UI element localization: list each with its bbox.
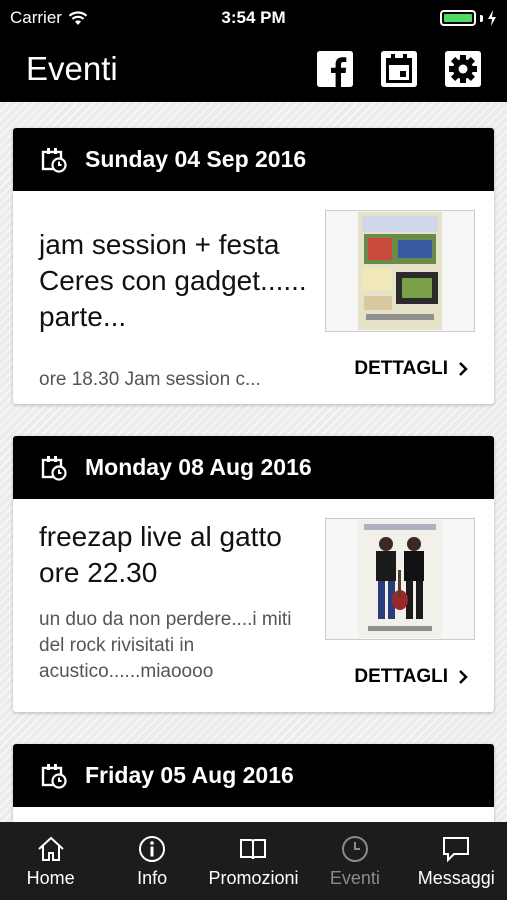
- status-right: [440, 10, 497, 26]
- event-thumbnail[interactable]: [325, 518, 475, 640]
- tab-label: Info: [137, 867, 168, 888]
- info-icon: [139, 835, 166, 862]
- tab-eventi[interactable]: Eventi: [305, 834, 405, 889]
- details-button[interactable]: DETTAGLI: [354, 666, 468, 688]
- tab-promozioni[interactable]: Promozioni: [203, 834, 303, 889]
- header-actions: [317, 51, 481, 87]
- clock-icon: [341, 835, 368, 862]
- event-card[interactable]: Monday 08 Aug 2016 freezap live al gatto…: [13, 436, 494, 712]
- event-card[interactable]: Sunday 04 Sep 2016 jam session + festa C…: [13, 128, 494, 404]
- home-icon: [38, 836, 64, 861]
- details-label: DETTAGLI: [354, 358, 448, 379]
- event-date-header: Sunday 04 Sep 2016: [13, 128, 494, 191]
- carrier-label: Carrier: [10, 8, 62, 27]
- battery-icon: [440, 10, 476, 26]
- event-date: Monday 08 Aug 2016: [85, 454, 312, 480]
- facebook-icon: [317, 51, 353, 87]
- calendar-button[interactable]: [381, 51, 417, 87]
- settings-button[interactable]: [445, 51, 481, 87]
- facebook-button[interactable]: [317, 51, 353, 87]
- event-card[interactable]: Friday 05 Aug 2016: [13, 744, 494, 822]
- app-header: Eventi: [0, 36, 507, 102]
- tab-home[interactable]: Home: [1, 834, 101, 889]
- details-label: DETTAGLI: [354, 666, 448, 687]
- tab-info[interactable]: Info: [102, 834, 202, 889]
- event-date: Friday 05 Aug 2016: [85, 762, 294, 788]
- chevron-right-icon: [459, 670, 468, 684]
- tab-label: Home: [26, 867, 75, 888]
- tab-bar: Home Info Promozioni Eventi Messaggi: [0, 822, 507, 900]
- calendar-clock-icon: [41, 147, 67, 173]
- calendar-icon: [381, 51, 417, 87]
- tab-messaggi[interactable]: Messaggi: [406, 834, 506, 889]
- battery-fill: [444, 14, 472, 22]
- tab-label: Promozioni: [208, 867, 299, 888]
- event-poster-image: [358, 520, 442, 638]
- event-title: jam session + festa Ceres con gadget....…: [39, 229, 307, 332]
- event-date-header: Friday 05 Aug 2016: [13, 744, 494, 807]
- event-poster-image: [358, 212, 442, 330]
- event-date-header: Monday 08 Aug 2016: [13, 436, 494, 499]
- tab-label: Messaggi: [417, 867, 495, 888]
- page-title: Eventi: [26, 50, 118, 87]
- event-thumbnail[interactable]: [325, 210, 475, 332]
- book-icon: [240, 838, 267, 859]
- charging-icon: [488, 10, 496, 26]
- calendar-clock-icon: [41, 763, 67, 789]
- event-body: jam session + festa Ceres con gadget....…: [13, 191, 494, 404]
- event-body: freezap live al gatto ore 22.30 un duo d…: [13, 499, 494, 712]
- details-button[interactable]: DETTAGLI: [354, 358, 468, 380]
- event-title: freezap live al gatto ore 22.30: [39, 521, 282, 588]
- event-description: ore 18.30 Jam session c...: [39, 369, 261, 390]
- gear-icon: [445, 51, 481, 87]
- chevron-right-icon: [459, 362, 468, 376]
- events-list[interactable]: Sunday 04 Sep 2016 jam session + festa C…: [0, 102, 507, 822]
- chat-icon: [443, 836, 470, 862]
- event-date: Sunday 04 Sep 2016: [85, 146, 307, 172]
- calendar-clock-icon: [41, 455, 67, 481]
- status-bar: Carrier 3:54 PM: [0, 0, 507, 36]
- status-left: Carrier: [10, 8, 88, 28]
- battery-tip: [480, 14, 483, 22]
- wifi-icon: [68, 11, 88, 25]
- tab-label: Eventi: [329, 867, 380, 888]
- event-description: un duo da non perdere....i miti del rock…: [39, 609, 292, 682]
